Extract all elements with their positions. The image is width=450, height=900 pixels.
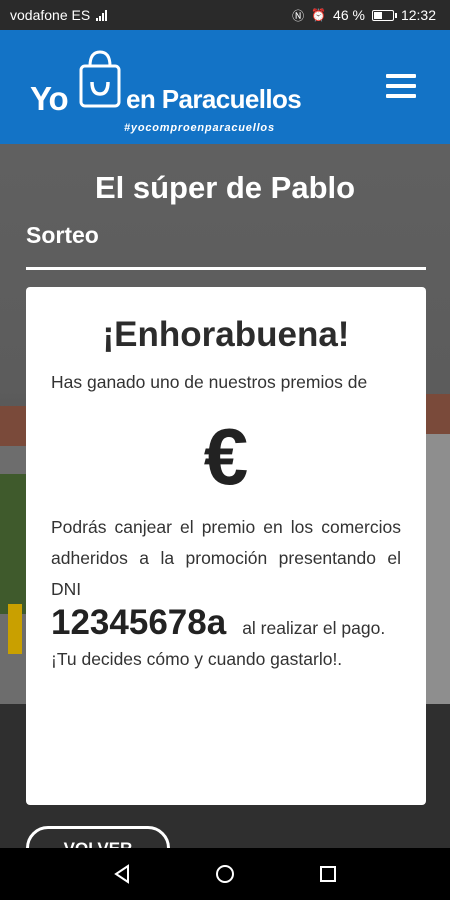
- after-dni-text: al realizar el pago.: [242, 618, 386, 638]
- divider: [26, 267, 426, 270]
- menu-icon[interactable]: [386, 74, 416, 100]
- alarm-icon: ⏰: [311, 8, 327, 22]
- section-title: Sorteo: [26, 222, 99, 248]
- dni-value: 12345678a: [51, 603, 227, 642]
- back-nav-icon[interactable]: [102, 854, 142, 894]
- closing-text: ¡Tu decides cómo y cuando gastarlo!.: [51, 649, 343, 669]
- carrier-label: vodafone ES: [10, 7, 91, 23]
- nfc-icon: Ⓝ: [292, 8, 305, 23]
- won-text: Has ganado uno de nuestros premios de: [51, 372, 368, 392]
- logo-hashtag: #yocomproenparacuellos: [124, 122, 275, 134]
- recents-nav-icon[interactable]: [308, 854, 348, 894]
- battery-percent: 46 %: [333, 7, 365, 23]
- home-nav-icon[interactable]: [205, 854, 245, 894]
- navigation-bar: [0, 848, 450, 900]
- battery-icon: [371, 9, 397, 21]
- prize-card: ¡Enhorabuena! Has ganado uno de nuestros…: [26, 287, 426, 805]
- card-heading: ¡Enhorabuena!: [102, 315, 350, 354]
- shopping-bag-icon: [79, 50, 121, 108]
- page-title: El súper de Pablo: [94, 170, 356, 205]
- logo-yo: Yo: [30, 80, 69, 117]
- app-header: Yo en Paracuellos #yocomproenparacuellos: [0, 30, 450, 144]
- redeem-text: Podrás canjear el premio en los comercio…: [51, 517, 401, 599]
- currency-symbol: €: [203, 412, 249, 501]
- status-bar: vodafone ES Ⓝ ⏰ 46 % 12:32: [0, 0, 450, 30]
- logo-town: en Paracuellos: [126, 84, 302, 114]
- signal-icon: [96, 9, 108, 21]
- clock: 12:32: [400, 7, 436, 23]
- battery-fill: [373, 11, 382, 19]
